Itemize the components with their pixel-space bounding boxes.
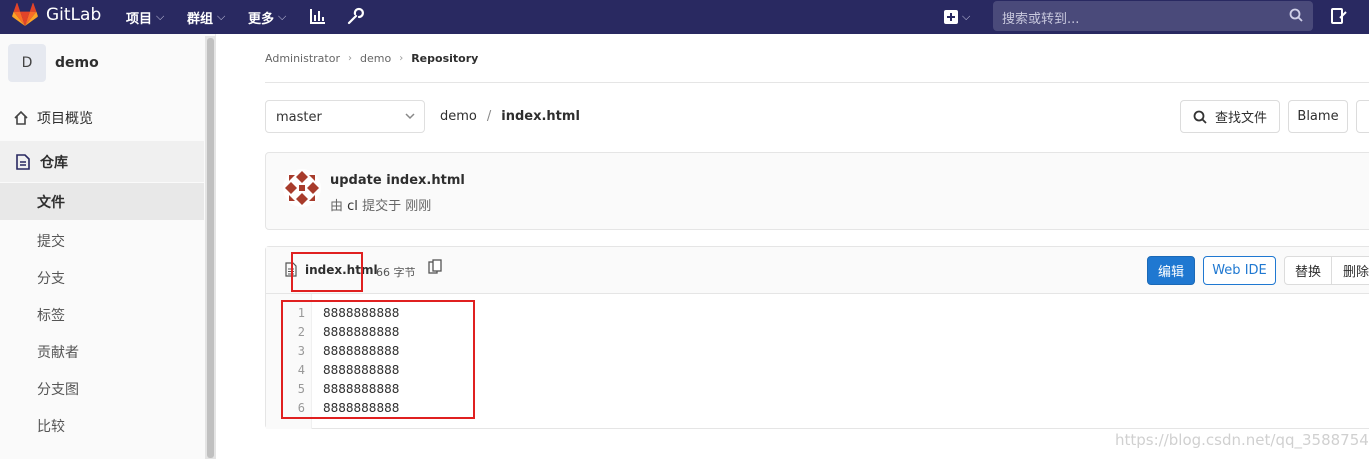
sidebar-item-files[interactable]: 文件 xyxy=(0,183,204,220)
search-icon xyxy=(1193,110,1207,124)
plus-square-icon xyxy=(944,10,958,24)
nav-more-menu[interactable]: 更多 ⌵ xyxy=(248,0,286,34)
find-file-button[interactable]: 查找文件 xyxy=(1180,100,1280,133)
sidebar-item-tags[interactable]: 标签 xyxy=(0,296,204,333)
breadcrumb-current[interactable]: Repository xyxy=(411,52,478,65)
chevron-right-icon: › xyxy=(348,53,352,64)
commit-time: 刚刚 xyxy=(405,199,432,214)
blame-label: Blame xyxy=(1297,109,1339,124)
nav-groups-label: 群组 xyxy=(187,11,214,27)
copy-path-icon[interactable] xyxy=(428,259,442,275)
edit-button[interactable]: 编辑 xyxy=(1147,256,1195,285)
replace-button[interactable]: 替换 xyxy=(1284,256,1332,285)
chevron-down-icon: ⌵ xyxy=(278,10,287,23)
sidebar-item-branches[interactable]: 分支 xyxy=(0,259,204,296)
chevron-right-icon: › xyxy=(399,53,404,64)
divider xyxy=(265,82,1369,83)
document-icon xyxy=(16,154,30,170)
search-placeholder: 搜索或转到... xyxy=(1002,12,1080,27)
sidebar-item-label: 标签 xyxy=(37,307,65,324)
sidebar-item-repository[interactable]: 仓库 xyxy=(0,141,204,182)
sidebar-item-graph[interactable]: 分支图 xyxy=(0,370,204,407)
sidebar-item-label: 贡献者 xyxy=(37,344,79,361)
search-input[interactable]: 搜索或转到... xyxy=(993,1,1313,31)
commit-title[interactable]: update index.html xyxy=(330,173,465,188)
commit-action: 提交于 xyxy=(362,199,402,214)
web-ide-label: Web IDE xyxy=(1212,263,1267,278)
nav-more-label: 更多 xyxy=(248,11,275,27)
sidebar-item-compare[interactable]: 比较 xyxy=(0,407,204,444)
sidebar-item-label: 提交 xyxy=(37,233,65,250)
edit-label: 编辑 xyxy=(1157,265,1184,280)
history-button[interactable] xyxy=(1356,100,1369,133)
nav-groups-menu[interactable]: 群组 ⌵ xyxy=(187,0,225,34)
brand-name: GitLab xyxy=(46,5,102,25)
delete-button[interactable]: 删除 xyxy=(1331,256,1369,285)
annotation-box-filename xyxy=(291,252,363,292)
branch-name: master xyxy=(276,110,322,125)
find-file-label: 查找文件 xyxy=(1214,111,1267,126)
sidebar: D demo 项目概览 仓库 文件 提交 分支 标签 贡献者 分支图 比较 xyxy=(0,34,216,459)
todo-icon[interactable] xyxy=(1331,7,1347,25)
commit-meta: 由 cl 提交于 刚刚 xyxy=(330,195,431,214)
activity-chart-icon[interactable] xyxy=(309,6,327,26)
chevron-down-icon: ⌵ xyxy=(217,10,226,23)
sidebar-item-label: 项目概览 xyxy=(37,110,93,127)
search-icon xyxy=(1289,8,1303,22)
web-ide-button[interactable]: Web IDE xyxy=(1203,256,1276,285)
sidebar-item-contributors[interactable]: 贡献者 xyxy=(0,333,204,370)
commit-author[interactable]: cl xyxy=(347,199,358,214)
path-file: index.html xyxy=(501,109,580,124)
path-root-link[interactable]: demo xyxy=(440,109,477,124)
chevron-down-icon xyxy=(405,113,415,120)
top-navbar: GitLab 项目 ⌵ 群组 ⌵ 更多 ⌵ ⌵ 搜索或转到... xyxy=(0,0,1369,34)
delete-label: 删除 xyxy=(1342,265,1369,280)
project-name[interactable]: demo xyxy=(55,55,99,71)
chevron-down-icon: ⌵ xyxy=(156,10,165,23)
sidebar-item-label: 文件 xyxy=(37,194,65,211)
replace-label: 替换 xyxy=(1294,265,1321,280)
sidebar-item-overview[interactable]: 项目概览 xyxy=(0,99,204,136)
gitlab-logo[interactable]: GitLab xyxy=(12,3,101,27)
sidebar-scrollbar-thumb[interactable] xyxy=(207,38,214,458)
blame-button[interactable]: Blame xyxy=(1288,100,1348,133)
sidebar-item-label: 仓库 xyxy=(40,154,68,171)
sidebar-item-label: 分支 xyxy=(37,270,65,287)
project-avatar[interactable]: D xyxy=(8,44,46,82)
annotation-box-code xyxy=(281,300,475,419)
file-size: 66 字节 xyxy=(376,266,416,279)
sidebar-item-commits[interactable]: 提交 xyxy=(0,222,204,259)
wrench-icon[interactable] xyxy=(346,6,364,26)
breadcrumb: Administrator › demo › Repository xyxy=(265,52,478,65)
sidebar-item-label: 分支图 xyxy=(37,381,79,398)
nav-projects-label: 项目 xyxy=(126,11,153,27)
path-separator: / xyxy=(486,109,492,124)
last-commit-panel: update index.html 由 cl 提交于 刚刚 xyxy=(265,152,1369,230)
breadcrumb-item[interactable]: demo xyxy=(360,52,391,65)
chevron-down-icon: ⌵ xyxy=(962,10,971,23)
author-avatar[interactable] xyxy=(283,169,321,207)
nav-projects-menu[interactable]: 项目 ⌵ xyxy=(126,0,164,34)
home-icon xyxy=(14,110,28,125)
file-path: demo / index.html xyxy=(440,109,580,124)
breadcrumb-item[interactable]: Administrator xyxy=(265,52,340,65)
file-header: index.html 66 字节 编辑 Web IDE 替换 删除 xyxy=(266,247,1369,294)
gitlab-fox-icon xyxy=(12,3,38,26)
branch-select[interactable]: master xyxy=(265,100,425,133)
new-item-dropdown[interactable]: ⌵ xyxy=(944,0,970,34)
commit-by: 由 xyxy=(330,199,344,214)
sidebar-item-label: 比较 xyxy=(37,418,65,435)
watermark: https://blog.csdn.net/qq_35887546 xyxy=(1115,431,1369,449)
